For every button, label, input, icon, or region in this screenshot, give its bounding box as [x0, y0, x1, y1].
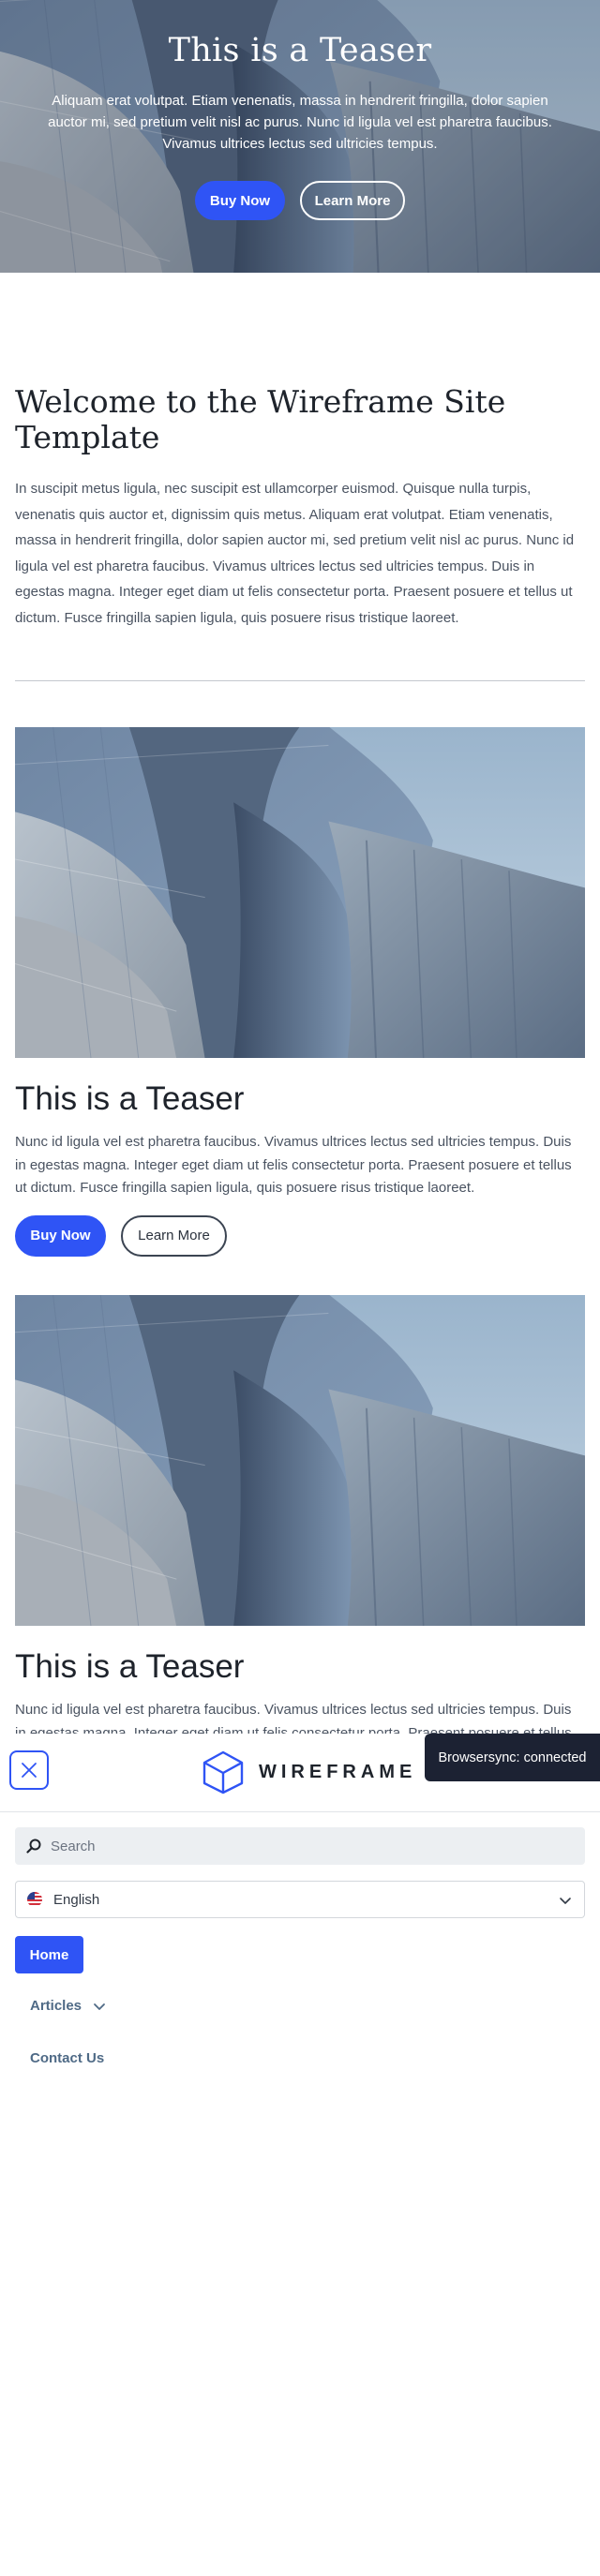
chevron-down-icon: [94, 2003, 105, 2010]
hero-learn-more-button[interactable]: Learn More: [300, 181, 405, 220]
language-label: English: [53, 1891, 100, 1908]
teaser-actions: Buy Now Learn More: [15, 1214, 585, 1257]
browsersync-notification: Browsersync: connected: [425, 1734, 600, 1781]
nav-item-contact-us[interactable]: Contact Us: [30, 2050, 104, 2066]
language-select[interactable]: English: [15, 1881, 585, 1918]
search-box[interactable]: [15, 1827, 585, 1865]
teaser-card: This is a Teaser Nunc id ligula vel est …: [15, 1295, 585, 1768]
welcome-title: Welcome to the Wireframe Site Template: [15, 383, 506, 455]
hero-buy-now-button[interactable]: Buy Now: [195, 181, 285, 220]
teaser-title: This is a Teaser: [15, 1080, 245, 1117]
hero-section: This is a Teaser Aliquam erat volutpat. …: [0, 0, 600, 273]
site-logo[interactable]: WIREFRAME: [201, 1750, 416, 1794]
chevron-down-icon: [560, 1898, 571, 1904]
us-flag-icon: [27, 1892, 42, 1907]
welcome-section: Welcome to the Wireframe Site Template I…: [15, 384, 585, 631]
teaser-image: [15, 727, 585, 1058]
teaser-learn-more-button[interactable]: Learn More: [121, 1214, 227, 1257]
teaser-buy-now-button[interactable]: Buy Now: [15, 1214, 106, 1257]
nav-item-home[interactable]: Home: [15, 1936, 83, 1973]
welcome-text: In suscipit metus ligula, nec suscipit e…: [15, 481, 575, 626]
search-input[interactable]: [51, 1838, 557, 1854]
nav-item-label: Contact Us: [30, 2050, 105, 2066]
teaser-card: This is a Teaser Nunc id ligula vel est …: [15, 727, 585, 1257]
close-menu-button[interactable]: [9, 1750, 49, 1790]
section-divider: [15, 680, 585, 681]
logo-text: WIREFRAME: [259, 1761, 417, 1782]
search-icon: [26, 1839, 41, 1854]
wireframe-cube-logo: [202, 1750, 244, 1794]
teaser-title: This is a Teaser: [15, 1648, 245, 1685]
teaser-text: Nunc id ligula vel est pharetra faucibus…: [15, 1134, 572, 1196]
mobile-menu: WIREFRAME English Home Articles: [0, 1734, 600, 2576]
nav-item-label: Articles: [30, 1998, 82, 2014]
hero-content: This is a Teaser Aliquam erat volutpat. …: [0, 0, 600, 220]
teaser-image: [15, 1295, 585, 1626]
nav-item-articles[interactable]: Articles: [30, 1998, 106, 2014]
close-icon: [22, 1763, 37, 1778]
hero-title: This is a Teaser: [168, 32, 432, 69]
hero-actions: Buy Now Learn More: [0, 181, 600, 220]
hero-text: Aliquam erat volutpat. Etiam venenatis, …: [48, 93, 552, 152]
